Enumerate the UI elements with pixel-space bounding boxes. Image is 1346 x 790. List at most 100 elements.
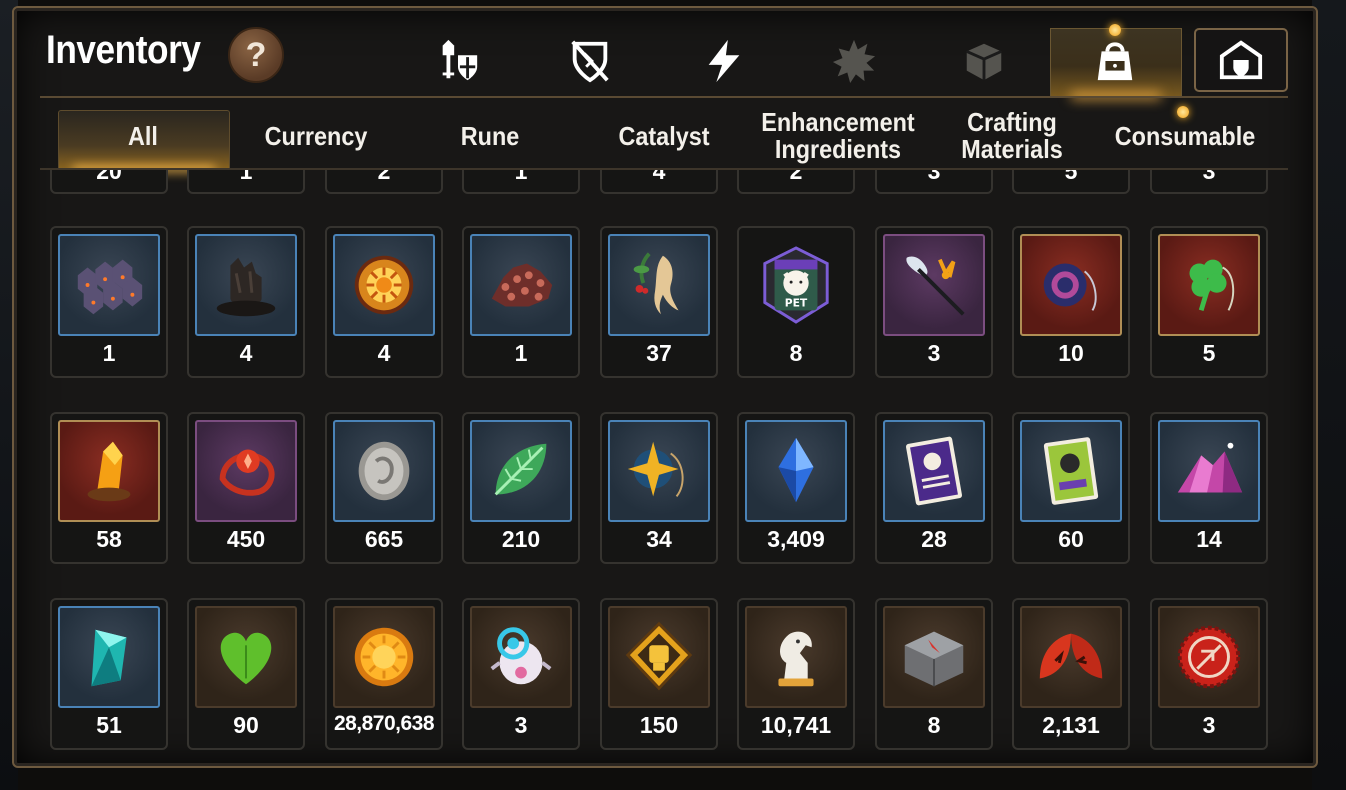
item-cell[interactable]: 2: [737, 170, 855, 194]
sub-tab-rune[interactable]: Rune: [414, 104, 565, 168]
item-icon-frame: [745, 420, 847, 522]
item-quantity: 4: [377, 340, 391, 366]
lightning-icon: [708, 39, 740, 83]
tab-equipment[interactable]: [412, 30, 504, 92]
item-cell[interactable]: 4: [325, 226, 443, 378]
item-cell[interactable]: 34: [600, 412, 718, 564]
item-quantity: 3: [1202, 712, 1216, 738]
sub-tab-enhancement-ingredients[interactable]: Enhancement Ingredients: [759, 104, 917, 168]
help-button[interactable]: ?: [228, 27, 284, 83]
item-cell[interactable]: 3: [1150, 598, 1268, 750]
sub-tab-currency[interactable]: Currency: [240, 104, 391, 168]
item-icon-frame: PET: [745, 234, 847, 336]
item-cell[interactable]: 14: [1150, 412, 1268, 564]
item-cell[interactable]: 28,870,638: [325, 598, 443, 750]
item-cell[interactable]: 90: [187, 598, 305, 750]
item-icon-frame: [333, 420, 435, 522]
purple-card-icon: [906, 436, 962, 506]
item-cell[interactable]: 1: [462, 226, 580, 378]
item-quantity: 51: [96, 712, 122, 738]
item-quantity: 37: [646, 340, 672, 366]
item-cell[interactable]: 10: [1012, 226, 1130, 378]
item-cell[interactable]: 37: [600, 226, 718, 378]
item-cell[interactable]: 60: [1012, 412, 1130, 564]
item-cell[interactable]: 210: [462, 412, 580, 564]
item-icon-frame: [58, 420, 160, 522]
item-cell[interactable]: 5: [1012, 170, 1130, 194]
ginseng-root-icon: [633, 252, 679, 315]
pendant-icon: [1043, 263, 1097, 311]
stone-cube-icon: [904, 631, 964, 687]
item-cell[interactable]: 58: [50, 412, 168, 564]
item-quantity: 3: [1202, 170, 1216, 184]
item-cell[interactable]: 1: [462, 170, 580, 194]
sub-tab-all[interactable]: All: [67, 104, 220, 168]
item-cell[interactable]: 28: [875, 412, 993, 564]
item-cell[interactable]: 4: [600, 170, 718, 194]
item-cell[interactable]: 2: [325, 170, 443, 194]
red-rune-ring-icon: [219, 449, 275, 496]
item-icon-frame: [195, 234, 297, 336]
item-quantity: 8: [927, 712, 941, 738]
item-cell[interactable]: 2,131: [1012, 598, 1130, 750]
item-cell[interactable]: PET 8: [737, 226, 855, 378]
item-cell[interactable]: 1: [50, 226, 168, 378]
item-icon-frame: [883, 234, 985, 336]
item-quantity: 3: [514, 712, 528, 738]
dark-gem-cluster-icon: [77, 259, 143, 315]
blue-crystal-icon: [778, 437, 814, 503]
tab-guild[interactable]: [1194, 28, 1288, 92]
item-cell[interactable]: 3: [875, 226, 993, 378]
item-quantity: 2: [789, 170, 803, 184]
item-cell[interactable]: 3: [1150, 170, 1268, 194]
item-quantity: 58: [96, 526, 122, 552]
item-cell[interactable]: 4: [187, 226, 305, 378]
item-cell[interactable]: 5: [1150, 226, 1268, 378]
item-quantity: 20: [96, 170, 122, 184]
item-quantity: 3: [927, 340, 941, 366]
item-quantity: 60: [1058, 526, 1084, 552]
item-icon-frame: [333, 606, 435, 708]
tab-box[interactable]: [938, 30, 1030, 92]
sub-tab-consumable[interactable]: Consumable: [1110, 104, 1259, 168]
item-quantity: 28: [921, 526, 947, 552]
sub-tab-crafting-materials[interactable]: Crafting Materials: [938, 104, 1086, 168]
item-quantity: 3,409: [767, 526, 825, 552]
item-cell[interactable]: 10,741: [737, 598, 855, 750]
item-quantity: 4: [239, 340, 253, 366]
item-cell[interactable]: 1: [187, 170, 305, 194]
item-cell[interactable]: 3: [875, 170, 993, 194]
fist-emblem-icon: [625, 621, 693, 691]
item-quantity: 10: [1058, 340, 1084, 366]
item-icon-frame: [470, 606, 572, 708]
item-cell[interactable]: 8: [875, 598, 993, 750]
item-icon-frame: [1020, 234, 1122, 336]
knight-shield-icon: [442, 39, 478, 81]
item-icon-frame: [58, 606, 160, 708]
tab-burst[interactable]: [808, 30, 900, 92]
item-cell[interactable]: 20: [50, 170, 168, 194]
item-cell[interactable]: 665: [325, 412, 443, 564]
item-quantity: 2,131: [1042, 712, 1100, 738]
item-grid: 20 1 2 1 4 2 3 5 3 1 4 4 1 37 PET 8 3 10…: [40, 170, 1290, 754]
item-cell[interactable]: 51: [50, 598, 168, 750]
item-quantity: 90: [233, 712, 259, 738]
tab-power[interactable]: [678, 30, 770, 92]
item-cell[interactable]: 3,409: [737, 412, 855, 564]
item-quantity: 28,870,638: [333, 712, 435, 735]
sub-tab-catalyst[interactable]: Catalyst: [588, 104, 739, 168]
star-pendant-icon: [627, 441, 684, 497]
notification-dot: [1109, 24, 1121, 36]
tab-broken-shield[interactable]: [544, 30, 636, 92]
item-icon-frame: [470, 234, 572, 336]
red-seal-icon: [1177, 625, 1241, 689]
item-icon-frame: [883, 606, 985, 708]
item-icon-frame: [883, 420, 985, 522]
item-quantity: 210: [501, 526, 541, 552]
item-cell[interactable]: 450: [187, 412, 305, 564]
item-cell[interactable]: 3: [462, 598, 580, 750]
tab-bag[interactable]: [1069, 30, 1161, 92]
item-icon-frame: [195, 420, 297, 522]
item-quantity: 1: [102, 340, 116, 366]
item-cell[interactable]: 150: [600, 598, 718, 750]
